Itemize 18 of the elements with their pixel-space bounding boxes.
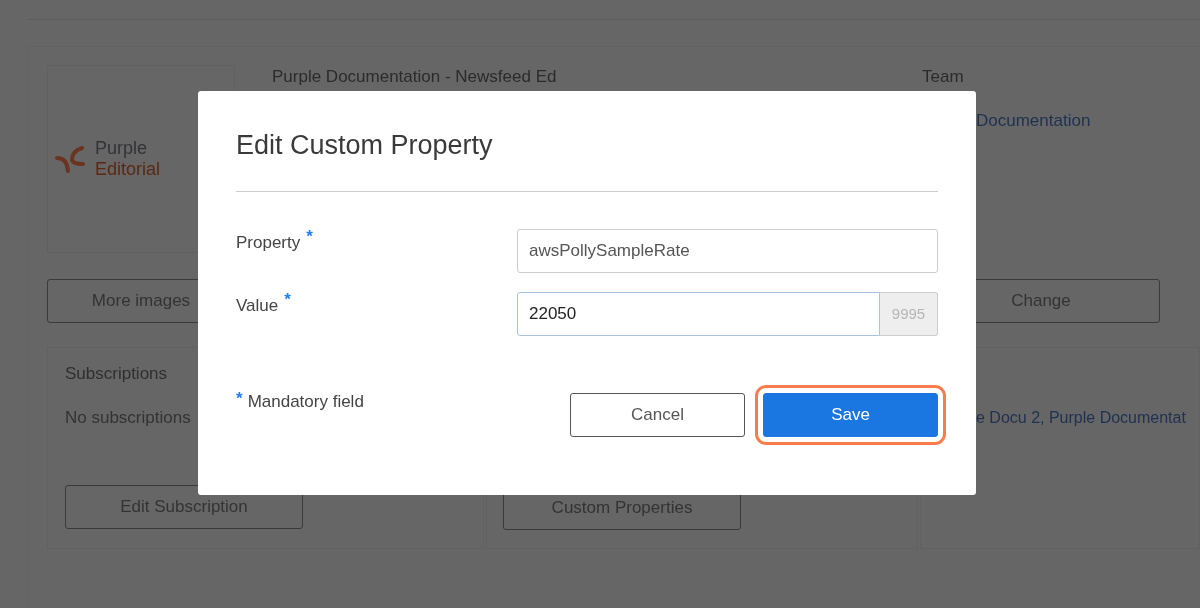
- field-label: Value: [236, 295, 279, 317]
- team-label: Team: [922, 66, 965, 88]
- required-mark: *: [284, 290, 291, 310]
- input-addon: 9995: [880, 292, 938, 336]
- text-input[interactable]: 22050: [517, 292, 880, 336]
- field-label: Property: [236, 232, 301, 254]
- save-button[interactable]: Save: [763, 393, 938, 437]
- mandatory-note: Mandatory field: [247, 391, 364, 413]
- text-input[interactable]: awsPollySampleRate: [517, 229, 938, 273]
- subscription-links[interactable]: e Docu 2, Purple Documentat: [976, 409, 1186, 426]
- card-title: Subscriptions: [65, 363, 169, 385]
- cancel-button[interactable]: Cancel: [570, 393, 745, 437]
- dialog-title: Edit Custom Property: [236, 129, 494, 162]
- team-link[interactable]: Documentation: [976, 111, 1091, 130]
- required-mark: *: [306, 227, 313, 247]
- page-title: Purple Documentation - Newsfeed Ed: [272, 66, 558, 88]
- required-mark: *: [236, 389, 243, 409]
- logo-icon: [55, 145, 85, 173]
